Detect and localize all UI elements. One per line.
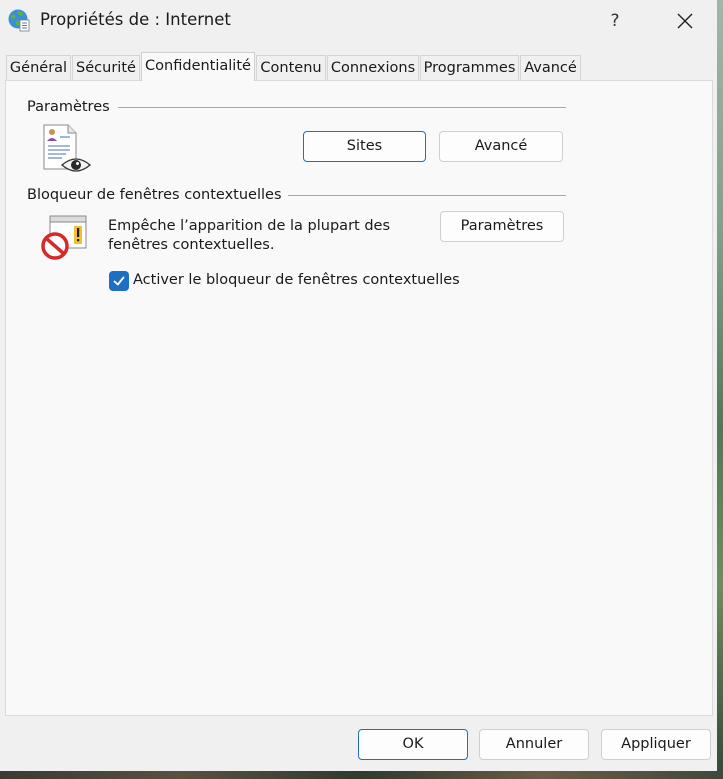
title-bar[interactable]: Propriétés de : Internet ? [0, 0, 717, 42]
privacy-document-eye-icon [40, 123, 92, 175]
internet-globe-icon [7, 8, 31, 32]
tab-security[interactable]: Sécurité [72, 55, 140, 80]
close-button[interactable] [660, 4, 710, 38]
close-icon [677, 13, 693, 29]
popup-blocker-description-line-2: fenêtres contextuelles. [108, 237, 275, 253]
tab-content[interactable]: Contenu [256, 55, 326, 80]
window-title: Propriétés de : Internet [40, 10, 231, 29]
tab-advanced[interactable]: Avancé [520, 55, 581, 80]
enable-popup-blocker-checkbox[interactable] [109, 271, 129, 291]
popup-settings-button[interactable]: Paramètres [440, 211, 564, 242]
advanced-button[interactable]: Avancé [439, 131, 563, 162]
cancel-button[interactable]: Annuler [479, 729, 589, 760]
settings-group-label: Paramètres [27, 99, 116, 115]
desktop-background [717, 0, 723, 779]
ok-button[interactable]: OK [358, 729, 468, 760]
enable-popup-blocker-label[interactable]: Activer le bloqueur de fenêtres contextu… [133, 272, 460, 288]
help-button[interactable]: ? [590, 4, 640, 38]
group-divider [118, 107, 566, 108]
checkmark-icon [113, 276, 125, 286]
popup-blocker-description: Empêche l’apparition de la plupart des f… [108, 217, 390, 255]
popup-blocker-group-label: Bloqueur de fenêtres contextuelles [27, 187, 288, 203]
tab-general[interactable]: Général [6, 55, 71, 80]
popup-blocker-icon [40, 214, 90, 262]
tab-privacy[interactable]: Confidentialité [141, 52, 255, 81]
tab-programs[interactable]: Programmes [420, 55, 519, 80]
group-divider [276, 195, 566, 196]
sites-button[interactable]: Sites [303, 131, 426, 162]
tab-connections[interactable]: Connexions [327, 55, 419, 80]
internet-properties-dialog: Propriétés de : Internet ? Général Sécur… [0, 0, 717, 771]
popup-blocker-description-line-1: Empêche l’apparition de la plupart des [108, 218, 390, 234]
desktop-background-bottom [0, 771, 723, 779]
apply-button[interactable]: Appliquer [601, 729, 711, 760]
tab-panel-privacy: Paramètres Sites Avancé Bloqueur de fenê… [5, 80, 713, 716]
